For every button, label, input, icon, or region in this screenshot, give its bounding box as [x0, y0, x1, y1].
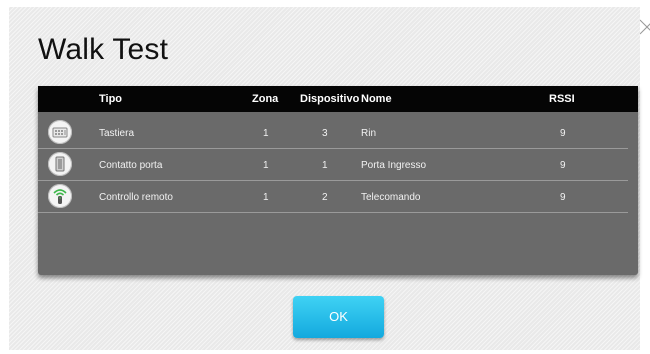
- cell-dispositivo: 3: [322, 128, 328, 139]
- close-icon[interactable]: [640, 18, 650, 36]
- door-contact-icon: [48, 152, 72, 176]
- cell-tipo: Tastiera: [99, 128, 135, 139]
- table-row[interactable]: Contatto porta 1 1 Porta Ingresso 9: [38, 149, 628, 181]
- cell-nome: Rin: [361, 128, 377, 139]
- cell-zona: 1: [263, 128, 269, 139]
- header-dispositivo: Dispositivo: [300, 93, 360, 105]
- table-row[interactable]: Controllo remoto 1 2 Telecomando 9: [38, 181, 628, 213]
- cell-dispositivo: 1: [322, 160, 328, 171]
- header-rssi: RSSI: [549, 93, 575, 105]
- remote-control-icon: [48, 184, 72, 208]
- walk-test-table: Tipo Zona Dispositivo Nome RSSI Tastiera…: [38, 86, 638, 275]
- cell-tipo: Controllo remoto: [99, 192, 173, 203]
- header-nome: Nome: [361, 93, 392, 105]
- cell-nome: Porta Ingresso: [361, 160, 427, 171]
- header-tipo: Tipo: [99, 93, 123, 105]
- cell-rssi: 9: [560, 160, 566, 171]
- cell-zona: 1: [263, 192, 269, 203]
- dialog-title: Walk Test: [38, 33, 169, 66]
- table-header: Tipo Zona Dispositivo Nome RSSI: [38, 86, 638, 112]
- table-row[interactable]: Tastiera 1 3 Rin 9: [38, 117, 628, 149]
- ok-button[interactable]: OK: [293, 296, 384, 338]
- cell-nome: Telecomando: [361, 192, 421, 203]
- cell-rssi: 9: [560, 192, 566, 203]
- cell-tipo: Contatto porta: [99, 160, 163, 171]
- header-zona: Zona: [252, 93, 279, 105]
- cell-dispositivo: 2: [322, 192, 328, 203]
- keypad-icon: [48, 120, 72, 144]
- cell-zona: 1: [263, 160, 269, 171]
- cell-rssi: 9: [560, 128, 566, 139]
